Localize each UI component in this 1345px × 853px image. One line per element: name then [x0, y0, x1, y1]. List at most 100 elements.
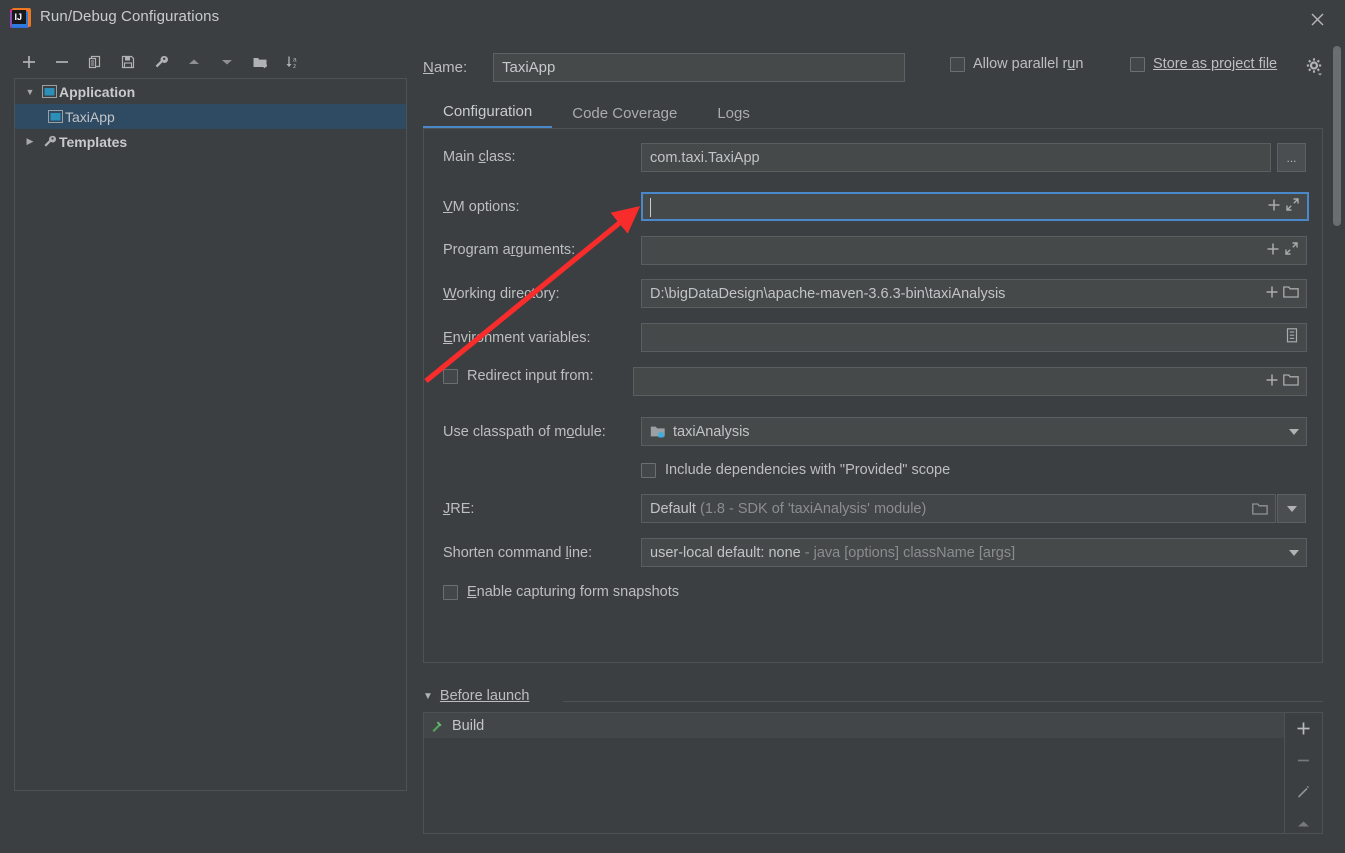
jre-browse-button[interactable] [1252, 502, 1275, 516]
add-task-button[interactable] [1292, 719, 1316, 737]
chevron-right-icon[interactable]: ▶ [21, 136, 39, 147]
main-class-browse-button[interactable]: ... [1277, 143, 1306, 172]
environment-variables-label: Environment variables: [443, 330, 591, 346]
allow-parallel-run-label: Allow parallel run [973, 56, 1084, 72]
redirect-input-buttons [1265, 373, 1306, 391]
main-class-value: com.taxi.TaxiApp [650, 149, 760, 166]
macro-plus-icon[interactable] [1267, 198, 1281, 216]
program-arguments-buttons [1266, 241, 1306, 260]
working-directory-value: D:\bigDataDesign\apache-maven-3.6.3-bin\… [650, 285, 1006, 302]
ellipsis-icon: ... [1286, 150, 1297, 165]
name-label: Name: [423, 58, 468, 76]
main-class-input[interactable]: com.taxi.TaxiApp [641, 143, 1271, 172]
working-directory-buttons [1265, 285, 1306, 303]
checkbox-box[interactable] [443, 368, 458, 384]
title-bar: IJ Run/Debug Configurations [0, 0, 1345, 37]
remove-task-button[interactable] [1292, 751, 1316, 769]
redirect-input-label: Redirect input from: [467, 368, 594, 384]
sort-az-button[interactable]: a z [278, 48, 308, 76]
checkbox-box[interactable] [950, 56, 965, 72]
include-provided-dependencies-label: Include dependencies with "Provided" sco… [665, 462, 951, 478]
store-as-project-file-checkbox[interactable]: Store as project file [1130, 56, 1277, 72]
shorten-command-line-arrow[interactable] [1289, 549, 1306, 556]
configurations-toolbar: a z [14, 46, 314, 78]
program-arguments-label: Program arguments: [443, 242, 576, 258]
vm-options-input[interactable] [641, 192, 1309, 221]
program-arguments-input[interactable] [641, 236, 1307, 265]
application-icon [39, 84, 59, 99]
add-configuration-button[interactable] [14, 48, 44, 76]
chevron-down-icon[interactable] [1289, 549, 1299, 556]
name-input[interactable] [493, 52, 905, 82]
shorten-command-line-label: Shorten command line: [443, 545, 593, 561]
use-classpath-dropdown-arrow[interactable] [1289, 428, 1306, 435]
checkbox-box[interactable] [1130, 56, 1145, 72]
expand-icon[interactable] [1284, 241, 1299, 260]
svg-text:IJ: IJ [15, 12, 23, 22]
expand-icon[interactable] [1285, 197, 1300, 216]
application-icon [45, 109, 65, 124]
jre-dropdown-button[interactable] [1277, 494, 1306, 523]
folder-icon[interactable] [1283, 373, 1299, 391]
vm-options-label: VM options: [443, 199, 520, 215]
store-as-project-file-label: Store as project file [1153, 56, 1278, 72]
tab-configuration[interactable]: Configuration [423, 97, 553, 129]
before-launch-divider [563, 701, 1323, 702]
checkbox-box[interactable] [641, 462, 656, 478]
include-provided-dependencies-checkbox[interactable]: Include dependencies with "Provided" sco… [641, 462, 950, 478]
redirect-input-checkbox[interactable]: Redirect input from: [443, 368, 594, 384]
tab-logs[interactable]: Logs [697, 97, 770, 129]
shorten-command-line-hint: - java [options] className [args] [804, 544, 1016, 561]
before-launch-header[interactable]: ▼ Before launch [423, 688, 529, 704]
tree-item-label: TaxiApp [65, 108, 115, 125]
chevron-down-icon[interactable] [1289, 428, 1299, 435]
remove-configuration-button[interactable] [47, 48, 77, 76]
tab-code-coverage[interactable]: Code Coverage [552, 97, 697, 129]
move-down-button[interactable] [212, 48, 242, 76]
use-classpath-dropdown[interactable]: taxiAnalysis [641, 417, 1307, 446]
vm-options-buttons [1267, 197, 1307, 216]
shorten-command-line-dropdown[interactable]: user-local default: none - java [options… [641, 538, 1307, 567]
tree-item-label: Application [59, 83, 136, 100]
text-caret [650, 198, 651, 217]
new-folder-button[interactable] [245, 48, 275, 76]
configuration-editor-pane: Name: Allow parallel run Store as projec… [415, 44, 1331, 834]
list-icon[interactable] [1286, 328, 1299, 347]
chevron-down-icon[interactable]: ▼ [21, 87, 39, 97]
jre-dropdown[interactable]: Default (1.8 - SDK of 'taxiAnalysis' mod… [641, 494, 1276, 523]
close-icon[interactable] [1303, 6, 1331, 32]
working-directory-label: Working directory: [443, 286, 560, 302]
chevron-down-icon[interactable]: ▼ [423, 691, 433, 702]
checkbox-box[interactable] [443, 584, 458, 600]
tree-item-application[interactable]: ▼ Application [15, 79, 406, 104]
wrench-icon [39, 134, 59, 149]
macro-plus-icon[interactable] [1266, 242, 1280, 260]
edit-templates-wrench-icon[interactable] [146, 48, 176, 76]
main-class-label: Main class: [443, 149, 516, 165]
configuration-panel: Main class: com.taxi.TaxiApp ... VM opti… [423, 129, 1323, 663]
working-directory-input[interactable]: D:\bigDataDesign\apache-maven-3.6.3-bin\… [641, 279, 1307, 308]
environment-variables-buttons [1286, 328, 1306, 347]
macro-plus-icon[interactable] [1265, 373, 1279, 391]
move-up-button[interactable] [179, 48, 209, 76]
environment-variables-input[interactable] [641, 323, 1307, 352]
chevron-down-icon[interactable] [1286, 505, 1297, 512]
copy-configuration-button[interactable] [80, 48, 110, 76]
vertical-scrollbar[interactable] [1331, 44, 1342, 791]
jre-value-hint: (1.8 - SDK of 'taxiAnalysis' module) [699, 500, 927, 517]
folder-icon[interactable] [1283, 285, 1299, 303]
build-hammer-icon [430, 719, 444, 733]
gear-icon[interactable] [1305, 57, 1325, 77]
enable-capturing-form-snapshots-checkbox[interactable]: Enable capturing form snapshots [443, 584, 679, 600]
redirect-input-field[interactable] [633, 367, 1307, 396]
shorten-command-line-value: user-local default: none [650, 544, 801, 561]
before-launch-task-row[interactable]: Build [424, 713, 1284, 738]
svg-text:z: z [293, 63, 296, 70]
macro-plus-icon[interactable] [1265, 285, 1279, 303]
allow-parallel-run-checkbox[interactable]: Allow parallel run [950, 56, 1083, 72]
name-row: Name: [423, 50, 923, 84]
tree-item-templates[interactable]: ▶ Templates [15, 129, 406, 154]
save-configuration-button[interactable] [113, 48, 143, 76]
scrollbar-thumb[interactable] [1333, 46, 1341, 226]
tree-item-taxiapp[interactable]: TaxiApp [15, 104, 406, 129]
